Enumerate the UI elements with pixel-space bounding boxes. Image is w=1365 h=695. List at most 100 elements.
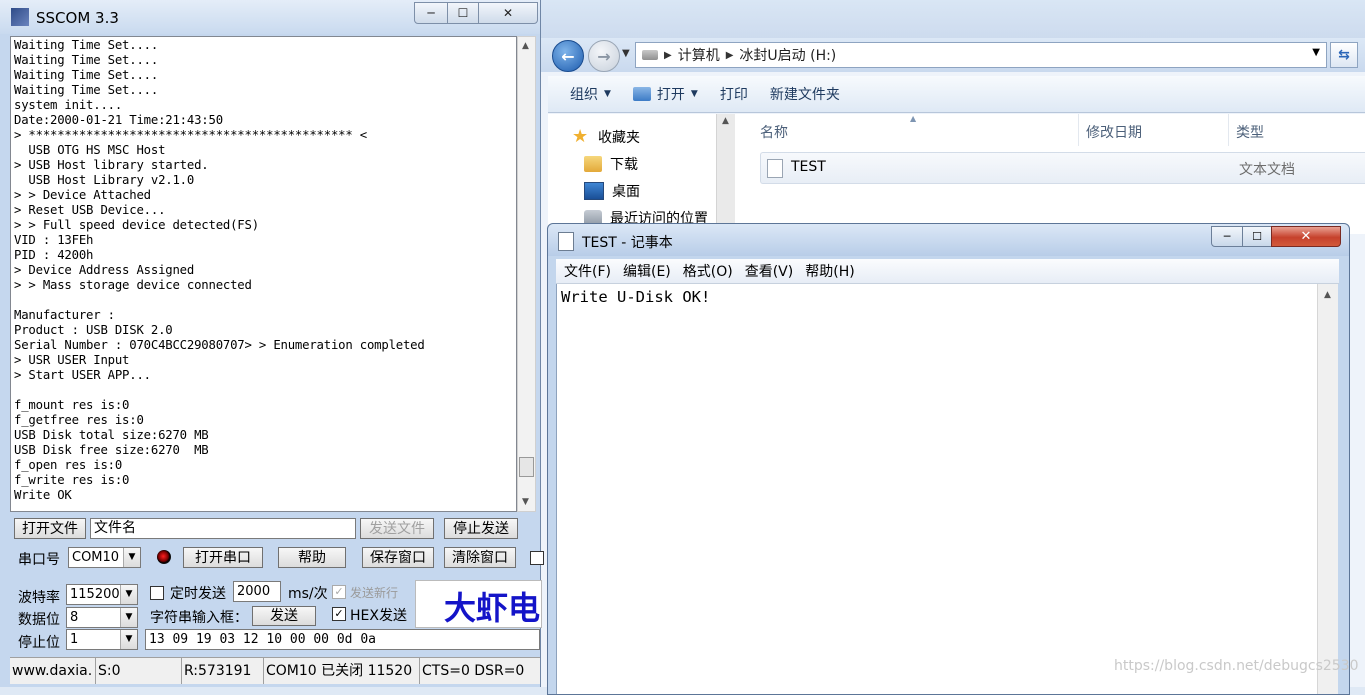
organize-button[interactable]: 组织 ▼ [570, 84, 611, 104]
text-file-icon [767, 159, 783, 178]
status-sent-count: S:0 [96, 658, 182, 684]
nav-item-desktop[interactable]: 桌面 [584, 181, 640, 201]
timed-send-checkbox[interactable] [150, 586, 164, 600]
status-bar: www.daxia. S:0 R:573191 COM10 已关闭 11520 … [10, 657, 540, 684]
scroll-down-icon[interactable]: ▼ [522, 497, 529, 507]
maximize-button[interactable]: ☐ [447, 2, 479, 24]
port-select[interactable]: COM10 ▼ [68, 547, 141, 568]
stop-bits-label: 停止位 [18, 635, 60, 651]
notepad-scrollbar[interactable]: ▲ [1317, 284, 1338, 694]
recent-pages-dropdown[interactable]: ▼ [622, 48, 630, 59]
close-icon: ✕ [1300, 229, 1312, 244]
forward-button[interactable]: → [588, 40, 620, 72]
drive-icon [642, 50, 658, 60]
notepad-content: Write U-Disk OK! [561, 288, 711, 306]
timed-send-label: 定时发送 [170, 586, 226, 602]
refresh-button[interactable]: ⇆ [1330, 42, 1358, 68]
file-name: TEST [791, 159, 826, 175]
stop-send-button[interactable]: 停止发送 [444, 518, 518, 539]
scroll-up-icon[interactable]: ▲ [722, 116, 729, 126]
send-newline-checkbox[interactable]: ✓ [332, 585, 346, 599]
menu-format[interactable]: 格式(O) [683, 261, 733, 281]
maximize-icon: ☐ [457, 6, 469, 20]
watermark: https://blog.csdn.net/debugcs2530 [1114, 658, 1359, 674]
minimize-button[interactable]: ─ [414, 2, 448, 24]
file-row[interactable]: TEST 文本文档 [760, 152, 1365, 184]
status-port: COM10 已关闭 11520 [264, 658, 420, 684]
breadcrumb-computer[interactable]: 计算机 [678, 45, 720, 65]
open-port-button[interactable]: 打开串口 [183, 547, 263, 568]
menu-file[interactable]: 文件(F) [564, 261, 611, 281]
stop-bits-select[interactable]: 1 ▼ [66, 629, 138, 650]
column-divider[interactable] [1228, 114, 1229, 146]
banner-text: 大虾电 [444, 589, 541, 627]
column-header-modified[interactable]: 修改日期 [1086, 122, 1142, 142]
menu-edit[interactable]: 编辑(E) [623, 261, 671, 281]
navigation-pane: ★ 收藏夹 下载 桌面 最近访问的位置 [548, 114, 738, 234]
port-value: COM10 [72, 550, 120, 565]
save-window-button[interactable]: 保存窗口 [362, 547, 434, 568]
port-label: 串口号 [18, 552, 60, 568]
column-header-name[interactable]: 名称 [760, 122, 788, 142]
scroll-thumb[interactable] [519, 457, 534, 477]
minimize-button[interactable]: ─ [1211, 226, 1243, 247]
minimize-icon: ─ [427, 6, 435, 20]
notepad-icon [558, 232, 574, 251]
menu-help[interactable]: 帮助(H) [805, 261, 854, 281]
forward-arrow-icon: → [597, 46, 611, 66]
open-button[interactable]: 打开 ▼ [632, 84, 698, 104]
send-newline-label: 发送新行 [350, 586, 399, 600]
print-button[interactable]: 打印 [720, 84, 748, 104]
notepad-menubar: 文件(F) 编辑(E) 格式(O) 查看(V) 帮助(H) [556, 259, 1339, 284]
port-status-led-icon [157, 550, 171, 564]
hex-send-label: HEX发送 [350, 608, 407, 624]
nav-item-downloads[interactable]: 下载 [584, 154, 638, 174]
explorer-title-strip [540, 0, 1365, 38]
scroll-up-icon[interactable]: ▲ [522, 41, 529, 51]
interval-input[interactable]: 2000 [233, 581, 281, 602]
file-list: ▲ 名称 修改日期 类型 TEST 文本文档 [738, 114, 1365, 234]
send-file-button[interactable]: 发送文件 [360, 518, 434, 539]
file-name-input[interactable]: 文件名 [90, 518, 356, 539]
interval-unit: ms/次 [288, 586, 328, 602]
receive-console[interactable]: Waiting Time Set.... Waiting Time Set...… [10, 36, 517, 512]
nav-pane-scrollbar[interactable]: ▲ [716, 114, 735, 234]
close-button[interactable]: ✕ [478, 2, 538, 24]
back-button[interactable]: ← [552, 40, 584, 72]
menu-view[interactable]: 查看(V) [745, 261, 794, 281]
organize-label: 组织 [570, 87, 598, 103]
notepad-text-area[interactable]: Write U-Disk OK! [556, 284, 1318, 694]
column-divider[interactable] [1078, 114, 1079, 146]
clear-window-button[interactable]: 清除窗口 [444, 547, 516, 568]
address-bar[interactable]: ▶ 计算机 ▶ 冰封U启动 (H:) ▼ [635, 42, 1327, 68]
open-file-button[interactable]: 打开文件 [14, 518, 86, 539]
address-dropdown-icon[interactable]: ▼ [1312, 47, 1320, 58]
chevron-down-icon: ▼ [120, 585, 137, 604]
help-button[interactable]: 帮助 [278, 547, 346, 568]
breadcrumb-drive[interactable]: 冰封U启动 (H:) [739, 45, 836, 65]
hex-send-checkbox[interactable]: ✓ [332, 607, 346, 621]
sscom-title-bar[interactable]: SSCOM 3.3 ─ ☐ ✕ [0, 0, 540, 34]
baud-label: 波特率 [18, 590, 60, 606]
status-website[interactable]: www.daxia. [10, 658, 96, 684]
file-type: 文本文档 [1239, 162, 1295, 178]
notepad-title-bar[interactable]: TEST - 记事本 ─ ☐ ✕ [548, 224, 1349, 256]
scroll-up-icon[interactable]: ▲ [1324, 290, 1331, 300]
nav-item-label: 下载 [610, 157, 638, 173]
notepad-title: TEST - 记事本 [582, 235, 673, 251]
column-header-type[interactable]: 类型 [1236, 122, 1264, 142]
extra-checkbox[interactable] [530, 551, 544, 565]
nav-item-favorites[interactable]: ★ 收藏夹 [572, 126, 640, 147]
maximize-button[interactable]: ☐ [1242, 226, 1272, 247]
close-button[interactable]: ✕ [1271, 226, 1341, 247]
nav-item-label: 收藏夹 [598, 129, 640, 146]
console-scrollbar[interactable]: ▲ ▼ [517, 36, 536, 512]
new-folder-button[interactable]: 新建文件夹 [770, 84, 840, 104]
sscom-app-icon [11, 8, 29, 26]
send-data-input[interactable]: 13 09 19 03 12 10 00 00 0d 0a [145, 629, 540, 650]
data-bits-select[interactable]: 8 ▼ [66, 607, 138, 628]
chevron-down-icon: ▼ [120, 608, 137, 627]
baud-select[interactable]: 115200 ▼ [66, 584, 138, 605]
daxia-banner[interactable]: 大虾电 [415, 580, 542, 628]
send-button[interactable]: 发送 [252, 606, 316, 626]
